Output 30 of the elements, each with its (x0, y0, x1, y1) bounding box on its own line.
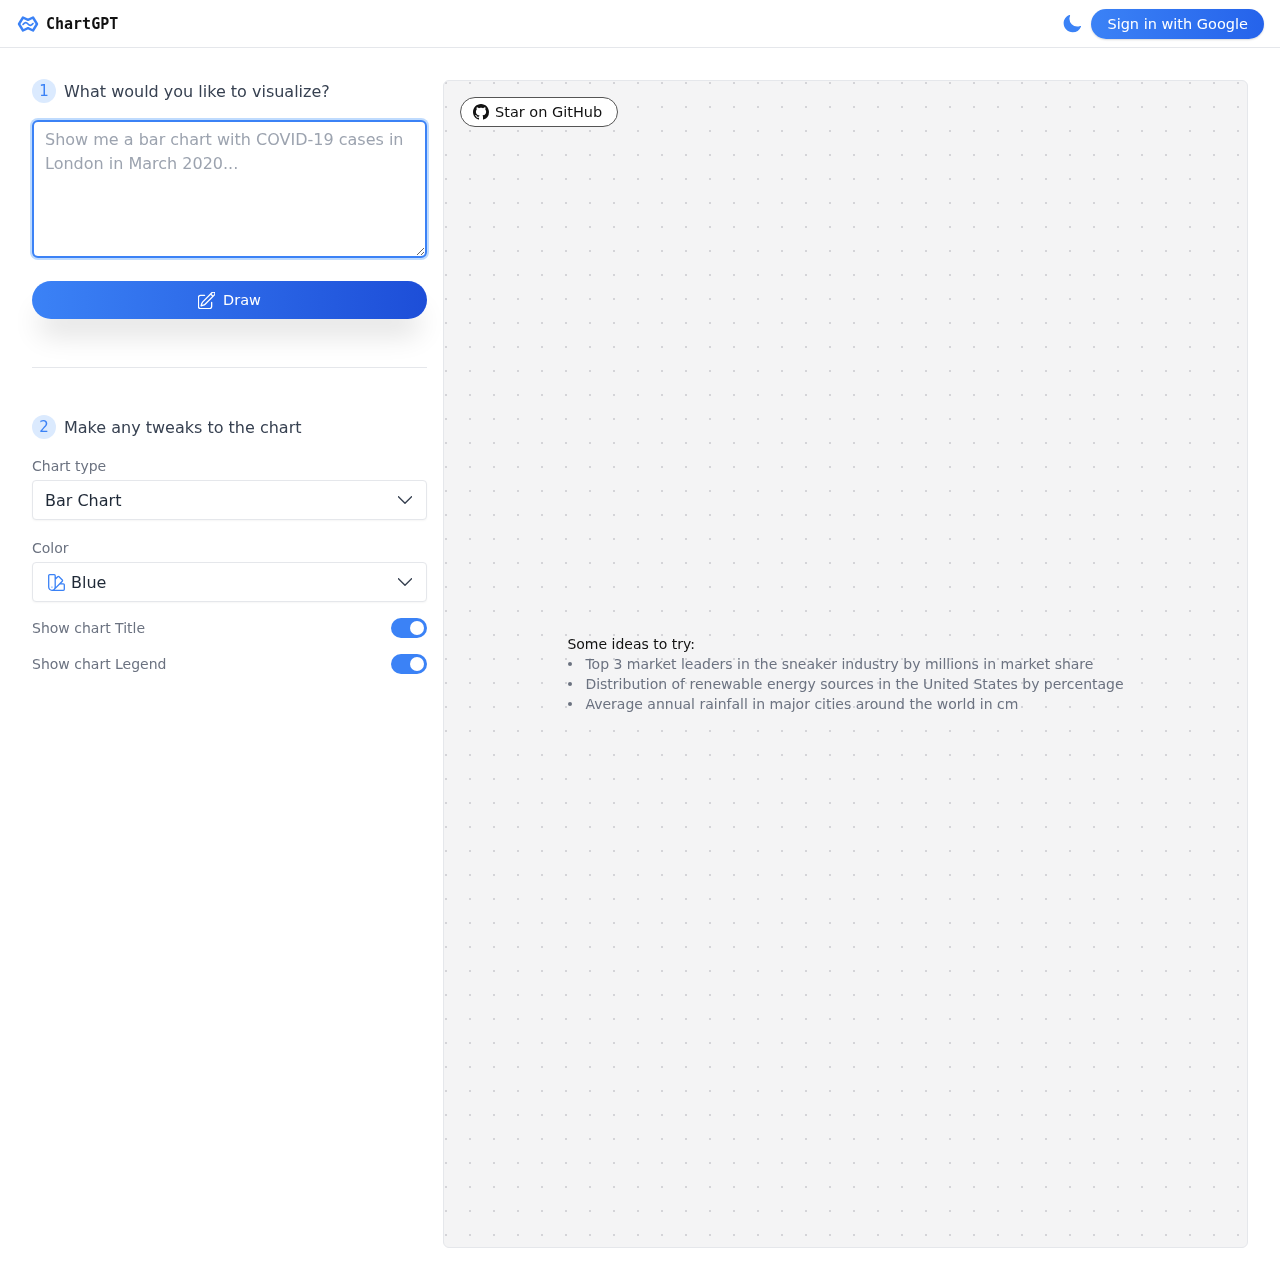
field-label: Chart type (32, 457, 107, 476)
dropdown-select[interactable]: Bar Chart (32, 480, 427, 520)
brand-name: ChartGPT (46, 14, 119, 33)
field-label: Color (32, 539, 69, 558)
github-star-button[interactable]: Star on GitHub (460, 97, 619, 127)
draw-button[interactable]: Draw (32, 281, 427, 319)
dropdown-select[interactable]: Blue (32, 562, 427, 602)
step-number: 1 (32, 79, 56, 103)
bullet-icon (568, 702, 573, 706)
ideas-heading: Some ideas to try: (567, 635, 696, 654)
swatch-icon (48, 573, 65, 591)
github-icon (473, 104, 489, 120)
toggle-label: Show chart Title (32, 620, 146, 636)
step-title: What would you like to visualize? (64, 81, 330, 101)
idea-item[interactable]: Average annual rainfall in major cities around the world in cm (585, 694, 1019, 714)
idea-item[interactable]: Distribution of renewable energy sources in the United States by percentage (585, 674, 1124, 694)
chevron-down-icon (398, 496, 412, 504)
prompt-field[interactable]: Show me a bar chart with COVID-19 cases in London in March 2020... (32, 120, 427, 258)
toggle-switch[interactable] (391, 618, 427, 638)
bullet-icon (568, 682, 573, 686)
bullet-icon (568, 662, 573, 666)
step-number: 2 (32, 415, 56, 439)
chevron-down-icon (398, 578, 412, 586)
idea-item[interactable]: Top 3 market leaders in the sneaker industry by millions in market share (585, 654, 1094, 674)
toggle-label: Show chart Legend (32, 656, 167, 672)
sign-in-button[interactable]: Sign in with Google (1091, 8, 1264, 39)
toggle-switch[interactable] (391, 654, 427, 674)
moon-icon[interactable] (1063, 14, 1082, 33)
logo-icon (17, 14, 39, 33)
step-title: Make any tweaks to the chart (64, 417, 302, 437)
